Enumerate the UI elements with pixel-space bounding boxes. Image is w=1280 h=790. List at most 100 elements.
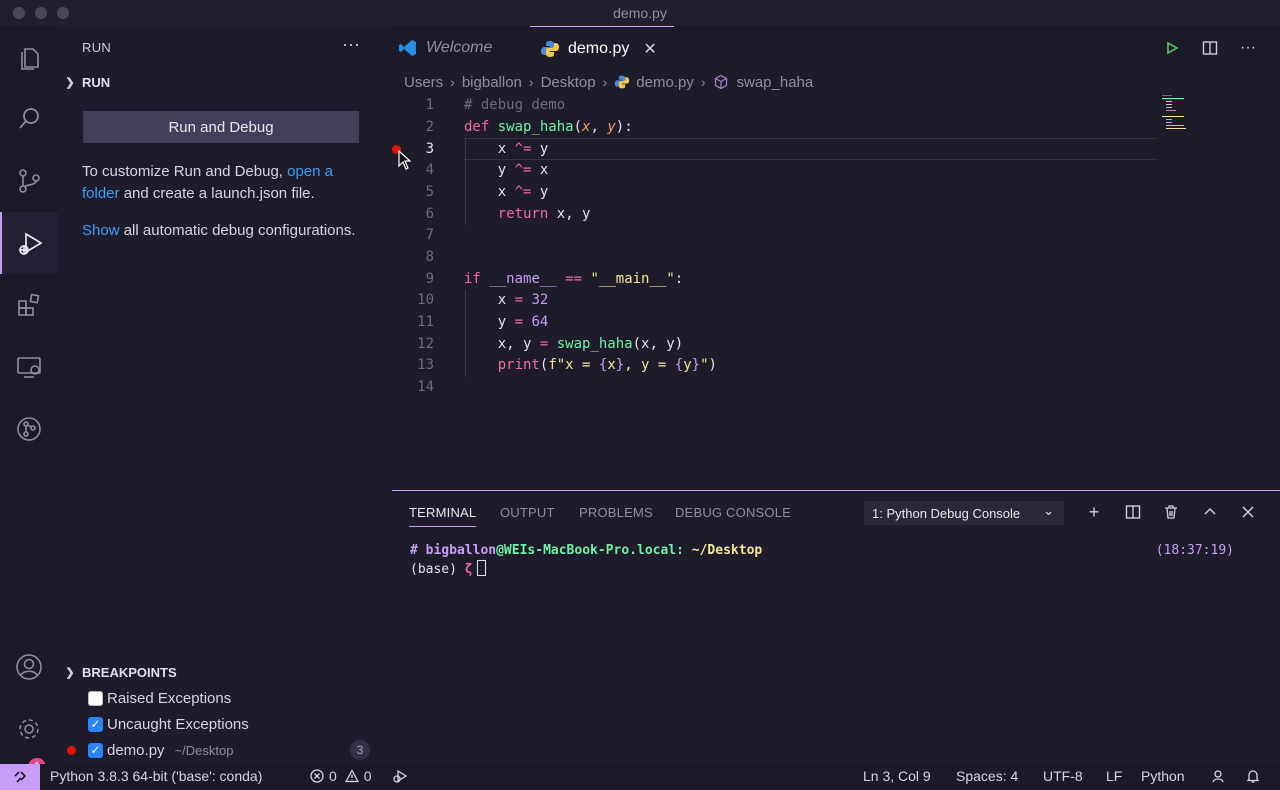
method-symbol-icon <box>714 74 727 90</box>
breadcrumb-item[interactable]: bigballon <box>462 74 522 91</box>
line-number: 5 <box>425 184 434 200</box>
indentation[interactable]: Spaces: 4 <box>956 768 1018 784</box>
line-number: 12 <box>417 336 434 352</box>
tab-demo-py[interactable]: demo.py ✕ <box>530 26 674 70</box>
uncaught-exceptions-checkbox[interactable]: ✓ <box>88 716 103 732</box>
line-number: 13 <box>417 357 434 373</box>
code-line: x, y = swap_haha(x, y) <box>464 336 684 352</box>
settings-gear-icon[interactable] <box>0 698 58 760</box>
code-line: print(f"x = {x}, y = {y}") <box>497 357 717 373</box>
code-line: return x, y <box>497 206 591 222</box>
language-mode[interactable]: Python <box>1141 768 1185 784</box>
breakpoint-demo-py[interactable]: ✓ demo.py ~/Desktop 3 <box>58 737 392 763</box>
tab-problems[interactable]: PROBLEMS <box>579 505 653 520</box>
error-icon <box>310 769 324 783</box>
line-number: 3 <box>425 141 434 157</box>
python-file-icon <box>541 40 559 57</box>
line-number: 6 <box>425 206 434 222</box>
notifications-bell-icon[interactable] <box>1245 768 1261 784</box>
terminal-cursor <box>476 560 486 576</box>
sidebar-title: RUN <box>82 40 112 55</box>
vscode-icon <box>399 40 416 56</box>
line-number: 9 <box>425 271 434 287</box>
code-line: x = 32 <box>464 292 549 308</box>
line-number: 8 <box>425 249 434 265</box>
account-icon[interactable] <box>0 636 58 698</box>
editor-tab-bar: Welcome demo.py ✕ ··· <box>392 26 1280 70</box>
run-python-file-icon[interactable] <box>1162 38 1182 58</box>
warning-icon <box>344 769 359 783</box>
python-file-icon <box>615 75 630 89</box>
split-terminal-icon[interactable] <box>1121 500 1145 524</box>
title-bar: demo.py <box>0 0 1280 26</box>
breadcrumb-item[interactable]: swap_haha <box>737 74 814 91</box>
chevron-down-icon: ⌄ <box>1043 503 1054 518</box>
end-of-line[interactable]: LF <box>1106 768 1122 784</box>
code-line: x ^= y <box>464 141 549 157</box>
breakpoints-section-header[interactable]: ❯ BREAKPOINTS <box>58 659 392 685</box>
bottom-panel: TERMINAL OUTPUT PROBLEMS DEBUG CONSOLE 1… <box>392 490 1280 764</box>
line-number: 7 <box>425 227 434 243</box>
breadcrumb-item[interactable]: Desktop <box>541 74 596 91</box>
current-line-highlight <box>464 138 1158 160</box>
minimap[interactable] <box>1162 94 1262 134</box>
search-icon[interactable] <box>0 88 58 150</box>
source-control-icon[interactable] <box>0 150 58 212</box>
line-number: 2 <box>425 119 434 135</box>
raised-exceptions-checkbox[interactable] <box>88 690 103 706</box>
cursor-position[interactable]: Ln 3, Col 9 <box>863 768 931 784</box>
more-editor-actions-icon[interactable]: ··· <box>1238 38 1258 58</box>
git-graph-icon[interactable] <box>0 398 58 460</box>
terminal-prompt-line[interactable]: # bigballon@WEIs-MacBook-Pro.local: ~/De… <box>410 543 762 558</box>
breakpoint-raised-exceptions[interactable]: Raised Exceptions <box>58 685 392 711</box>
remote-explorer-icon[interactable] <box>0 336 58 398</box>
more-actions-icon[interactable]: ··· <box>342 34 360 55</box>
terminal-select[interactable]: 1: Python Debug Console ⌄ <box>864 501 1064 525</box>
code-line: x ^= y <box>464 184 549 200</box>
customize-message: To customize Run and Debug, open a folde… <box>82 163 334 202</box>
breakpoint-line-badge: 3 <box>350 740 370 760</box>
show-link[interactable]: Show <box>82 222 120 239</box>
code-line: y ^= x <box>464 162 549 178</box>
activity-bar: 1 <box>0 26 58 776</box>
show-configurations-message: Show all automatic debug configurations. <box>82 222 356 239</box>
window-title: demo.py <box>613 5 667 21</box>
new-terminal-icon[interactable]: + <box>1082 500 1106 524</box>
tab-terminal[interactable]: TERMINAL <box>409 505 477 527</box>
chevron-down-icon: ❯ <box>65 666 75 679</box>
remote-indicator-icon[interactable] <box>0 764 40 790</box>
code-editor[interactable]: 1 2 3 4 5 6 7 8 9 10 11 12 13 14 # debug… <box>392 94 1280 490</box>
demo-py-breakpoint-checkbox[interactable]: ✓ <box>88 742 103 758</box>
run-debug-icon[interactable] <box>0 212 58 274</box>
kill-terminal-icon[interactable] <box>1159 500 1183 524</box>
status-bar: Python 3.8.3 64-bit ('base': conda) 0 0 … <box>0 764 1280 790</box>
python-interpreter[interactable]: Python 3.8.3 64-bit ('base': conda) <box>50 768 262 784</box>
maximize-panel-icon[interactable] <box>1198 500 1222 524</box>
explorer-icon[interactable] <box>0 26 58 88</box>
run-section-header[interactable]: ❯ RUN <box>58 69 392 95</box>
line-number: 14 <box>417 379 434 395</box>
terminal-input-line[interactable]: (base) ζ <box>410 560 486 577</box>
breadcrumb-item[interactable]: Users <box>404 74 443 91</box>
breakpoint-uncaught-exceptions[interactable]: ✓ Uncaught Exceptions <box>58 711 392 737</box>
run-and-debug-button[interactable]: Run and Debug <box>83 111 359 143</box>
extensions-icon[interactable] <box>0 274 58 336</box>
breadcrumb-item[interactable]: demo.py <box>636 74 694 91</box>
line-number: 10 <box>417 292 434 308</box>
split-editor-icon[interactable] <box>1200 38 1220 58</box>
close-tab-icon[interactable]: ✕ <box>643 39 656 59</box>
tab-debug-console[interactable]: DEBUG CONSOLE <box>675 505 791 520</box>
encoding[interactable]: UTF-8 <box>1043 768 1083 784</box>
terminal-timestamp: (18:37:19) <box>1155 543 1234 558</box>
close-panel-icon[interactable] <box>1236 500 1260 524</box>
tab-welcome[interactable]: Welcome <box>392 26 530 70</box>
code-line: def swap_haha(x, y): <box>464 119 633 135</box>
tab-output[interactable]: OUTPUT <box>500 505 555 520</box>
problems-indicator[interactable]: 0 0 <box>310 768 372 784</box>
code-line: if __name__ == "__main__": <box>464 271 684 287</box>
breadcrumb: Users › bigballon › Desktop › demo.py › swap… <box>404 73 814 91</box>
debug-status-icon[interactable] <box>392 768 408 784</box>
chevron-down-icon: ❯ <box>65 76 75 89</box>
code-line: y = 64 <box>464 314 549 330</box>
feedback-icon[interactable] <box>1210 768 1226 784</box>
